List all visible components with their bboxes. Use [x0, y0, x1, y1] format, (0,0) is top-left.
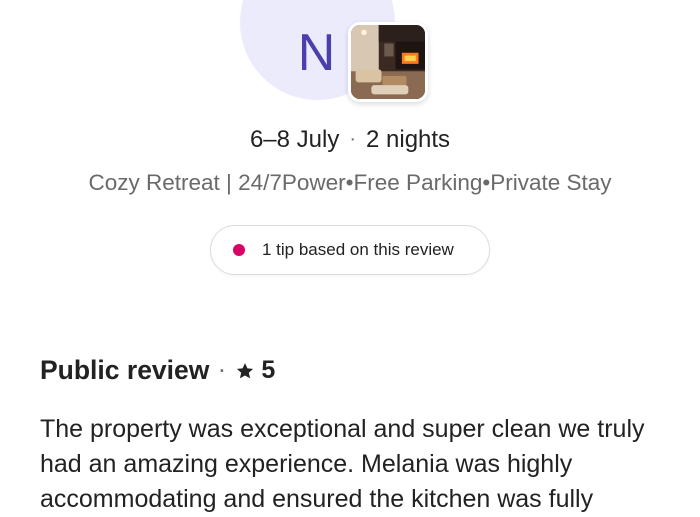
nights-count: 2 nights [366, 126, 451, 153]
review-heading-text: Public review [40, 355, 210, 385]
living-room-image [351, 25, 425, 99]
tip-button[interactable]: 1 tip based on this review [210, 225, 490, 275]
public-review-heading: Public review · 5 [40, 355, 275, 386]
stay-dates: 6–8 July · 2 nights [0, 126, 700, 154]
avatar-initial: N [297, 23, 336, 82]
listing-thumbnail[interactable] [348, 22, 428, 102]
star-icon [237, 362, 254, 378]
review-rating: 5 [261, 356, 276, 384]
dates-separator: · [349, 128, 356, 150]
date-range: 6–8 July [249, 126, 340, 153]
review-text: The property was exceptional and super c… [40, 415, 645, 513]
listing-title: Cozy Retreat | 24/7Power•Free Parking•Pr… [88, 170, 612, 195]
tip-indicator-dot [233, 244, 245, 256]
review-heading-separator: · [219, 361, 226, 381]
tip-label: 1 tip based on this review [262, 240, 454, 259]
